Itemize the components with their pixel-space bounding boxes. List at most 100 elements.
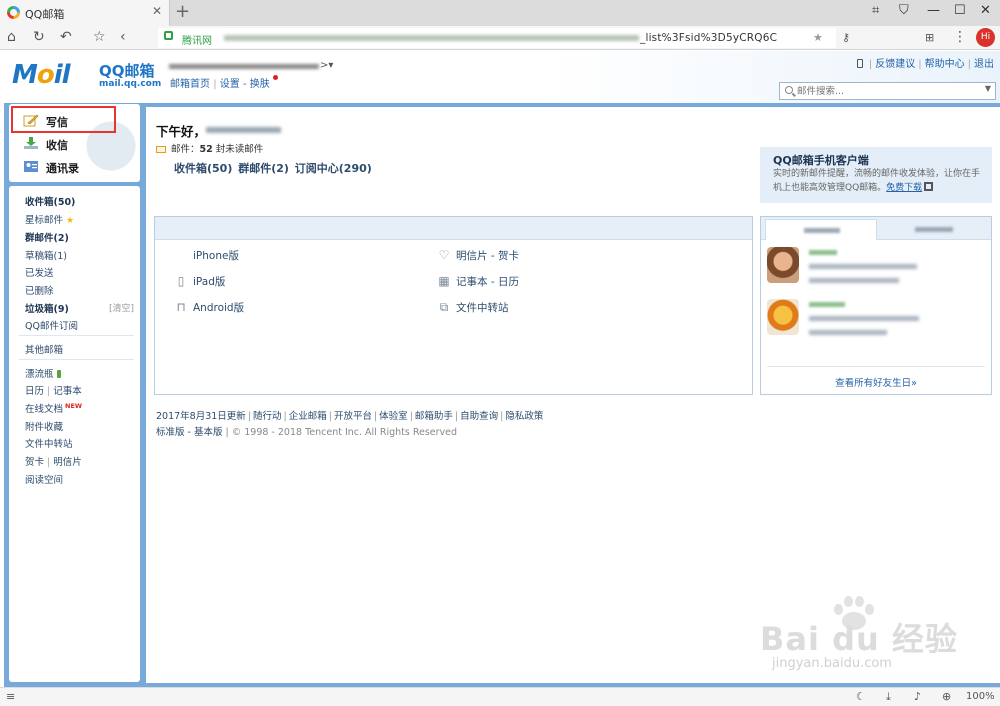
reading-space-link[interactable]: 阅读空间 xyxy=(25,472,63,486)
grid-apps-icon[interactable]: ⊞ xyxy=(925,31,934,44)
profile-avatar[interactable]: Hi xyxy=(976,28,995,47)
receive-mail-button[interactable]: 收信 xyxy=(9,133,140,155)
drift-bottle-label: 漂流瓶 xyxy=(25,369,54,380)
footer-link-open-platform[interactable]: 开放平台 xyxy=(334,411,372,422)
new-badge: NEW xyxy=(65,402,83,410)
folder-group-mail[interactable]: 群邮件(2) xyxy=(25,230,69,244)
envelope-icon xyxy=(156,146,166,153)
close-tab-icon[interactable]: ✕ xyxy=(152,4,162,18)
birthday-friend-2[interactable] xyxy=(767,299,985,343)
footer-link-assistant[interactable]: 邮箱助手 xyxy=(415,411,453,422)
folder-spam[interactable]: 垃圾箱(9) xyxy=(25,301,69,315)
birthday-friend-1[interactable] xyxy=(767,247,985,291)
footer-link-mobile[interactable]: 随行动 xyxy=(253,411,282,422)
folder-inbox[interactable]: 收件箱(50) xyxy=(25,194,75,208)
sidebar-toggle-icon[interactable]: ≡ xyxy=(6,690,15,703)
calendar-icon: ▦ xyxy=(438,274,450,288)
browser-tab[interactable]: QQ邮箱 ✕ xyxy=(0,0,170,26)
watermark-text: Bai du 经验 xyxy=(760,620,958,658)
calendar-link[interactable]: 日历 xyxy=(25,386,44,397)
notes-link[interactable]: 记事本 xyxy=(53,386,82,397)
apps-panel-header xyxy=(155,217,752,240)
quick-inbox-link[interactable]: 收件箱(50) xyxy=(174,162,232,175)
notification-dot xyxy=(272,75,278,80)
contacts-button[interactable]: 通讯录 xyxy=(9,156,140,178)
footer-link-enterprise[interactable]: 企业邮箱 xyxy=(289,411,327,422)
address-bar[interactable]: 腾讯网 _list%3Fsid%3D5yCRQ6C ★ xyxy=(158,28,836,48)
change-skin-link[interactable]: 换肤 xyxy=(250,79,270,90)
account-dropdown-icon[interactable]: >▾ xyxy=(320,60,333,71)
mail-search-box[interactable]: ▼ xyxy=(779,82,996,100)
divider xyxy=(19,359,134,360)
attachments-link[interactable]: 附件收藏 xyxy=(25,419,63,433)
new-tab-button[interactable]: + xyxy=(175,1,190,22)
mail-search-input[interactable] xyxy=(797,84,977,98)
night-mode-icon[interactable]: ☾ xyxy=(856,690,866,703)
app-notes[interactable]: ▦ 记事本 - 日历 xyxy=(437,274,519,289)
app-notes-label: 记事本 - 日历 xyxy=(456,276,519,288)
quick-group-link[interactable]: 群邮件(2) xyxy=(238,162,289,175)
postcards-link[interactable]: 明信片 xyxy=(53,457,82,468)
app-ipad[interactable]: ▯ iPad版 xyxy=(174,274,226,289)
qq-mail-favicon-icon xyxy=(7,6,20,19)
volume-icon[interactable]: ♪ xyxy=(914,690,921,703)
drift-bottle-link[interactable]: 漂流瓶 xyxy=(25,366,61,380)
footer-link-lab[interactable]: 体验室 xyxy=(379,411,408,422)
folder-subscriptions[interactable]: QQ邮件订阅 xyxy=(25,318,78,332)
app-file-transfer[interactable]: ⧉ 文件中转站 xyxy=(437,300,509,315)
folder-deleted[interactable]: 已删除 xyxy=(25,283,54,297)
refresh-icon[interactable]: ↻ xyxy=(33,29,45,45)
footer-link-privacy[interactable]: 隐私政策 xyxy=(505,411,543,422)
pin-icon[interactable]: ⌗ xyxy=(872,3,879,18)
logout-link[interactable]: 退出 xyxy=(974,59,994,70)
undo-icon[interactable]: ↶ xyxy=(60,29,72,45)
settings-link[interactable]: 设置 xyxy=(220,79,240,90)
folder-sent[interactable]: 已发送 xyxy=(25,265,54,279)
contacts-icon xyxy=(24,161,38,172)
maximize-icon[interactable]: ☐ xyxy=(954,3,966,18)
all-birthdays-link[interactable]: 查看所有好友生日» xyxy=(761,375,991,389)
zoom-icon[interactable]: ⊕ xyxy=(942,690,951,703)
online-docs-link[interactable]: 在线文档 NEW xyxy=(25,401,82,415)
folder-starred[interactable]: 星标邮件 ★ xyxy=(25,212,74,226)
feedback-link[interactable]: 反馈建议 xyxy=(875,59,915,70)
qr-code-icon[interactable] xyxy=(924,182,934,191)
other-mailbox-link[interactable]: 其他邮箱 xyxy=(25,342,63,356)
version-switch-link[interactable]: 标准版 - 基本版 xyxy=(156,427,222,438)
url-redacted xyxy=(224,35,639,41)
close-window-icon[interactable]: ✕ xyxy=(980,3,991,18)
app-file-transfer-label: 文件中转站 xyxy=(456,302,509,314)
help-link[interactable]: 帮助中心 xyxy=(925,59,965,70)
mail-home-link[interactable]: 邮箱首页 xyxy=(170,79,210,90)
folder-drafts[interactable]: 草稿箱(1) xyxy=(25,248,67,262)
file-transfer-link[interactable]: 文件中转站 xyxy=(25,436,73,450)
bookmark-star-icon[interactable]: ☆ xyxy=(93,29,106,45)
phone-icon[interactable] xyxy=(856,59,863,68)
home-icon[interactable]: ⌂ xyxy=(7,29,16,45)
back-icon[interactable]: ‹ xyxy=(120,29,126,45)
minimize-icon[interactable]: — xyxy=(927,3,940,18)
app-iphone[interactable]: iPhone版 xyxy=(174,248,239,263)
unread-count[interactable]: 52 xyxy=(200,144,213,155)
quick-subscription-link[interactable]: 订阅中心(290) xyxy=(295,162,372,175)
shirt-skin-icon[interactable]: ⛉ xyxy=(899,3,909,18)
app-iphone-label: iPhone版 xyxy=(193,250,239,262)
footer-link-self-service[interactable]: 自助查询 xyxy=(460,411,498,422)
menu-more-icon[interactable]: ⋮ xyxy=(953,29,967,45)
star-icon[interactable]: ★ xyxy=(813,31,823,44)
logo-domain: mail.qq.com xyxy=(99,79,162,89)
greeting-cards-link[interactable]: 贺卡 xyxy=(25,457,44,468)
qq-mail-logo[interactable]: Moil xyxy=(12,60,71,90)
app-postcard[interactable]: ♡ 明信片 - 贺卡 xyxy=(437,248,519,263)
zoom-level[interactable]: 100% xyxy=(966,691,995,702)
key-icon[interactable]: ⚷ xyxy=(842,31,850,44)
download-icon[interactable]: ⤓ xyxy=(886,690,891,704)
app-android[interactable]: ⊓ Android版 xyxy=(174,300,244,315)
account-links: 邮箱首页 | 设置 - 换肤 xyxy=(170,75,278,90)
birthday-tab-2[interactable] xyxy=(879,219,989,240)
clear-spam-link[interactable]: [清空] xyxy=(109,301,134,314)
birthday-tab-1[interactable] xyxy=(765,219,877,240)
footer-link-update[interactable]: 2017年8月31日更新 xyxy=(156,411,246,422)
free-download-link[interactable]: 免费下载 xyxy=(886,183,922,193)
search-dropdown-icon[interactable]: ▼ xyxy=(985,84,991,93)
